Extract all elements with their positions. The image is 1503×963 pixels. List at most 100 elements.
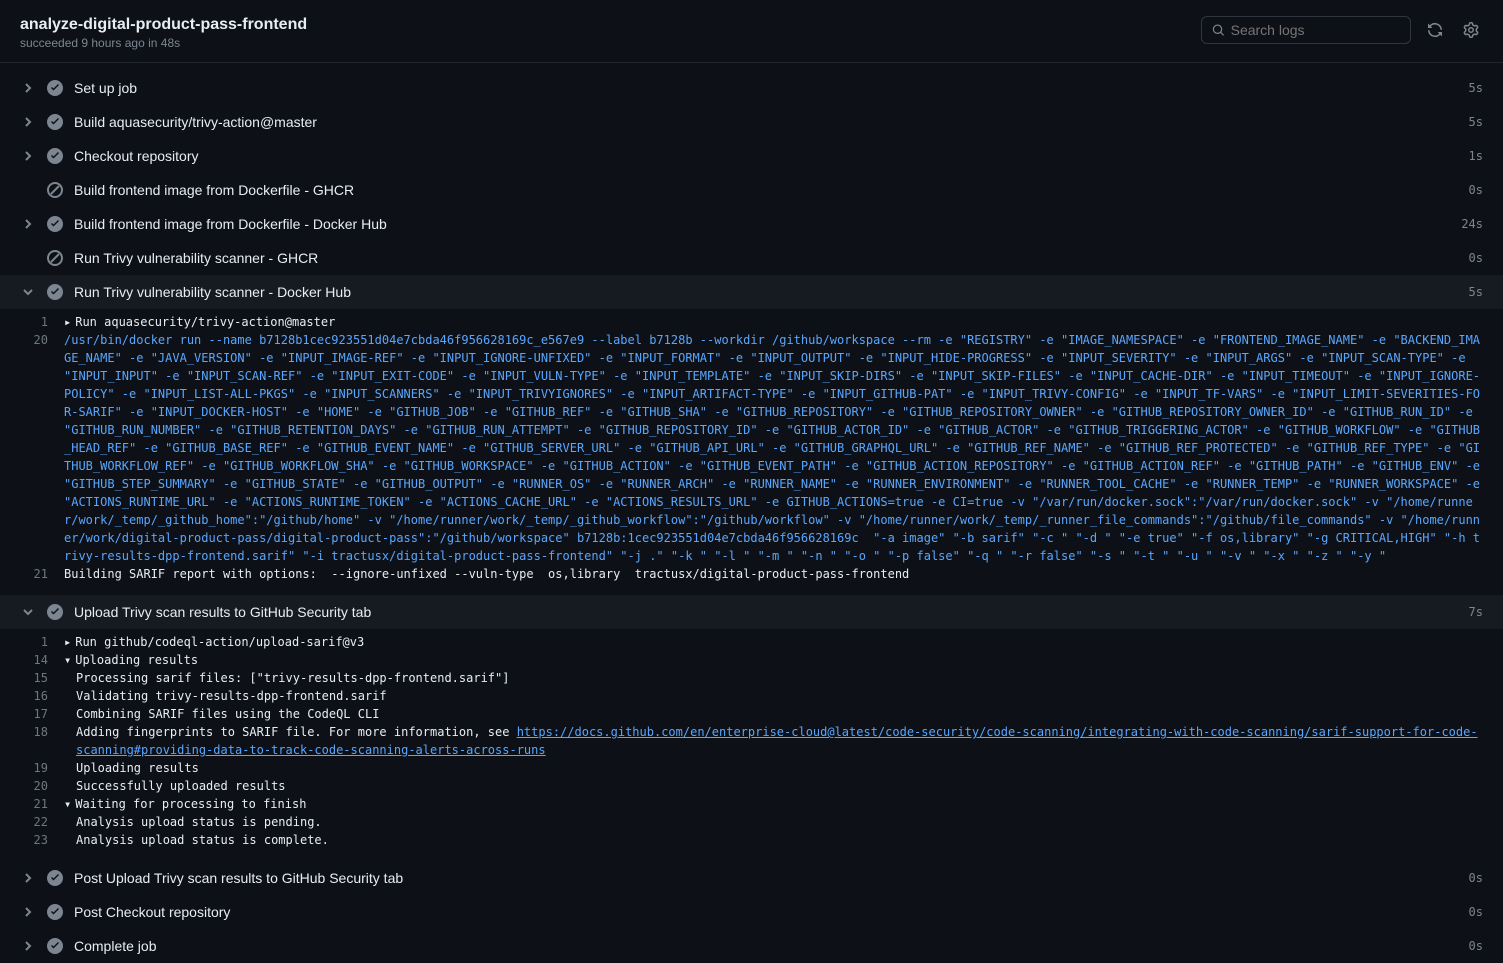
- chevron-right-icon: [20, 216, 36, 232]
- check-circle-icon: [46, 79, 64, 97]
- step-duration: 5s: [1469, 81, 1483, 95]
- step-post-checkout[interactable]: Post Checkout repository 0s: [0, 895, 1503, 929]
- log-line[interactable]: 21 Building SARIF report with options: -…: [0, 565, 1503, 583]
- step-label: Checkout repository: [74, 148, 1459, 164]
- log-line-number: 18: [20, 723, 64, 759]
- log-line[interactable]: 20 /usr/bin/docker run --name b7128b1cec…: [0, 331, 1503, 565]
- job-title: analyze-digital-product-pass-frontend: [20, 16, 307, 34]
- step-setup-job[interactable]: Set up job 5s: [0, 71, 1503, 105]
- settings-button[interactable]: [1459, 18, 1483, 42]
- log-line[interactable]: 23 Analysis upload status is complete.: [0, 831, 1503, 849]
- step-duration: 5s: [1469, 285, 1483, 299]
- step-upload-sarif[interactable]: Upload Trivy scan results to GitHub Secu…: [0, 595, 1503, 629]
- log-line-number: 14: [20, 651, 64, 669]
- log-line-text: Successfully uploaded results: [64, 777, 1483, 795]
- log-line[interactable]: 17 Combining SARIF files using the CodeQ…: [0, 705, 1503, 723]
- sync-icon: [1427, 22, 1443, 38]
- step-duration: 0s: [1469, 905, 1483, 919]
- log-line-number: 21: [20, 795, 64, 813]
- log-line-text: ▾Uploading results: [64, 651, 1483, 669]
- step-label: Run Trivy vulnerability scanner - Docker…: [74, 284, 1459, 300]
- log-line-number: 21: [20, 565, 64, 583]
- log-line-number: 20: [20, 777, 64, 795]
- log-trivy-dockerhub: 1 ▸Run aquasecurity/trivy-action@master …: [0, 309, 1503, 595]
- step-label: Post Upload Trivy scan results to GitHub…: [74, 870, 1459, 886]
- log-line[interactable]: 21 ▾Waiting for processing to finish: [0, 795, 1503, 813]
- gear-icon: [1463, 22, 1479, 38]
- chevron-right-icon: [20, 80, 36, 96]
- log-line-number: 23: [20, 831, 64, 849]
- step-label: Build frontend image from Dockerfile - D…: [74, 216, 1451, 232]
- job-subtitle: succeeded 9 hours ago in 48s: [20, 36, 307, 50]
- log-line-text: Building SARIF report with options: --ig…: [64, 565, 1483, 583]
- log-line-number: 19: [20, 759, 64, 777]
- chevron-right-icon: [20, 114, 36, 130]
- step-label: Build frontend image from Dockerfile - G…: [74, 182, 1459, 198]
- step-label: Post Checkout repository: [74, 904, 1459, 920]
- step-duration: 5s: [1469, 115, 1483, 129]
- check-circle-icon: [46, 147, 64, 165]
- step-duration: 0s: [1469, 939, 1483, 953]
- check-circle-icon: [46, 113, 64, 131]
- step-label: Run Trivy vulnerability scanner - GHCR: [74, 250, 1459, 266]
- check-circle-icon: [46, 215, 64, 233]
- log-line[interactable]: 22 Analysis upload status is pending.: [0, 813, 1503, 831]
- step-trivy-dockerhub[interactable]: Run Trivy vulnerability scanner - Docker…: [0, 275, 1503, 309]
- step-label: Set up job: [74, 80, 1459, 96]
- log-line[interactable]: 15 Processing sarif files: ["trivy-resul…: [0, 669, 1503, 687]
- skip-circle-icon: [46, 249, 64, 267]
- step-duration: 1s: [1469, 149, 1483, 163]
- log-line[interactable]: 1 ▸Run github/codeql-action/upload-sarif…: [0, 633, 1503, 651]
- step-build-dockerhub[interactable]: Build frontend image from Dockerfile - D…: [0, 207, 1503, 241]
- search-logs[interactable]: [1201, 16, 1411, 44]
- check-circle-icon: [46, 603, 64, 621]
- log-line-number: 16: [20, 687, 64, 705]
- chevron-down-icon: [20, 604, 36, 620]
- search-icon: [1212, 23, 1225, 37]
- log-line[interactable]: 20 Successfully uploaded results: [0, 777, 1503, 795]
- skip-circle-icon: [46, 181, 64, 199]
- check-circle-icon: [46, 869, 64, 887]
- log-line-number: 17: [20, 705, 64, 723]
- log-line-text: ▸Run aquasecurity/trivy-action@master: [64, 313, 1483, 331]
- chevron-right-icon: [20, 148, 36, 164]
- log-line[interactable]: 19 Uploading results: [0, 759, 1503, 777]
- step-build-trivy-action[interactable]: Build aquasecurity/trivy-action@master 5…: [0, 105, 1503, 139]
- log-line-text: ▾Waiting for processing to finish: [64, 795, 1483, 813]
- chevron-right-icon: [20, 938, 36, 954]
- step-post-upload[interactable]: Post Upload Trivy scan results to GitHub…: [0, 861, 1503, 895]
- step-build-ghcr[interactable]: Build frontend image from Dockerfile - G…: [0, 173, 1503, 207]
- check-circle-icon: [46, 283, 64, 301]
- chevron-right-icon: [20, 870, 36, 886]
- step-complete-job[interactable]: Complete job 0s: [0, 929, 1503, 963]
- log-line[interactable]: 14 ▾Uploading results: [0, 651, 1503, 669]
- chevron-right-icon: [20, 904, 36, 920]
- step-label: Complete job: [74, 938, 1459, 954]
- log-line-number: 22: [20, 813, 64, 831]
- check-circle-icon: [46, 903, 64, 921]
- log-line[interactable]: 16 Validating trivy-results-dpp-frontend…: [0, 687, 1503, 705]
- log-line-text: Validating trivy-results-dpp-frontend.sa…: [64, 687, 1483, 705]
- log-line[interactable]: 18 Adding fingerprints to SARIF file. Fo…: [0, 723, 1503, 759]
- step-trivy-ghcr[interactable]: Run Trivy vulnerability scanner - GHCR 0…: [0, 241, 1503, 275]
- step-duration: 0s: [1469, 251, 1483, 265]
- log-line-number: 1: [20, 633, 64, 651]
- log-line-text: /usr/bin/docker run --name b7128b1cec923…: [64, 331, 1483, 565]
- log-line-text: Combining SARIF files using the CodeQL C…: [64, 705, 1483, 723]
- step-checkout[interactable]: Checkout repository 1s: [0, 139, 1503, 173]
- step-label: Build aquasecurity/trivy-action@master: [74, 114, 1459, 130]
- steps-list: Set up job 5s Build aquasecurity/trivy-a…: [0, 63, 1503, 963]
- step-duration: 0s: [1469, 183, 1483, 197]
- log-upload-sarif: 1 ▸Run github/codeql-action/upload-sarif…: [0, 629, 1503, 861]
- log-line-text: Uploading results: [64, 759, 1483, 777]
- log-line-text: Adding fingerprints to SARIF file. For m…: [64, 723, 1483, 759]
- log-line[interactable]: 1 ▸Run aquasecurity/trivy-action@master: [0, 313, 1503, 331]
- step-duration: 7s: [1469, 605, 1483, 619]
- search-input[interactable]: [1231, 22, 1400, 38]
- log-line-text: Analysis upload status is complete.: [64, 831, 1483, 849]
- check-circle-icon: [46, 937, 64, 955]
- log-line-number: 1: [20, 313, 64, 331]
- step-label: Upload Trivy scan results to GitHub Secu…: [74, 604, 1459, 620]
- rerun-button[interactable]: [1423, 18, 1447, 42]
- log-line-number: 15: [20, 669, 64, 687]
